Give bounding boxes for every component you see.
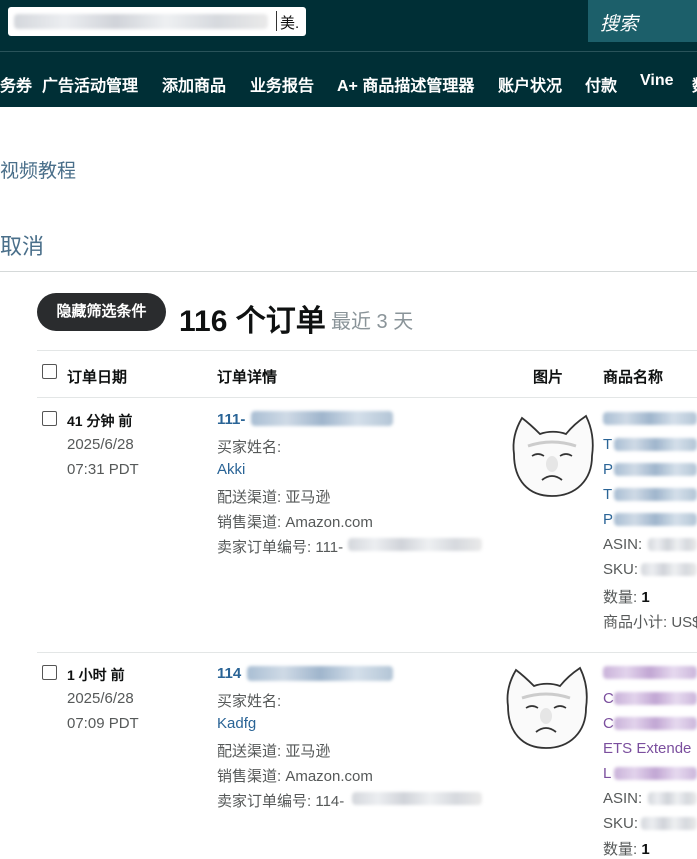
column-header-product-name: 商品名称 (603, 369, 664, 386)
quantity-value: 1 (641, 841, 650, 858)
order-age: 41 分钟 前 (67, 413, 133, 429)
sku-label: SKU: (603, 815, 639, 832)
sales-channel: 销售渠道: Amazon.com (217, 768, 373, 785)
row-checkbox[interactable] (42, 411, 57, 426)
product-image[interactable] (500, 662, 592, 752)
redacted-order-id (251, 411, 393, 426)
nav-item-account-health[interactable]: 账户状况 (498, 72, 562, 96)
redacted-sku (641, 563, 697, 576)
nav-item-business-reports[interactable]: 业务报告 (250, 72, 314, 96)
search-button[interactable]: 搜索 (588, 0, 697, 42)
top-bar: 美. 搜索 (0, 0, 697, 51)
asin-label: ASIN: (603, 790, 643, 807)
product-title-line[interactable]: P (603, 461, 613, 478)
quantity: 数量: 1 (603, 586, 650, 607)
row-checkbox[interactable] (42, 665, 57, 680)
order-age: 1 小时 前 (67, 667, 125, 683)
redacted-product-title (614, 488, 697, 501)
redacted-store-name (14, 14, 268, 29)
product-title-line[interactable]: C (603, 690, 614, 707)
nav-item-payments[interactable]: 付款 (585, 72, 617, 96)
redacted-asin (648, 792, 697, 805)
redacted-seller-order-number (352, 792, 482, 805)
nav-item-coupon-service[interactable]: 服务券 (0, 72, 32, 96)
column-header-image: 图片 (533, 369, 564, 386)
product-title-line[interactable]: T (603, 486, 612, 503)
search-label: 搜索 (600, 14, 639, 35)
shipping-channel: 配送渠道: 亚马逊 (217, 743, 331, 760)
redacted-product-title (614, 438, 697, 451)
buyer-name-link[interactable]: Akki (217, 461, 245, 478)
redacted-order-id (247, 666, 393, 681)
text-caret (276, 11, 277, 31)
product-title-line[interactable]: ETS Extende (603, 740, 691, 757)
order-date: 2025/6/28 (67, 690, 134, 707)
redacted-sku (641, 817, 697, 830)
sales-channel: 销售渠道: Amazon.com (217, 514, 373, 531)
seller-order-number: 卖家订单编号: 114- (217, 793, 345, 810)
asin-label: ASIN: (603, 536, 643, 553)
store-selector[interactable]: 美. (8, 7, 306, 36)
store-suffix: 美. (280, 15, 300, 32)
quantity: 数量: 1 (603, 838, 650, 859)
redacted-seller-order-number (348, 538, 482, 551)
order-id-link[interactable]: 111- (217, 411, 245, 428)
divider (37, 397, 697, 398)
quantity-value: 1 (641, 589, 650, 606)
order-id-link[interactable]: 114 (217, 665, 241, 682)
main-nav: 服务券 广告活动管理 添加商品 业务报告 A+ 商品描述管理器 账户状况 付款 … (0, 51, 697, 107)
redacted-product-title (614, 692, 697, 705)
redacted-product-title (603, 666, 697, 679)
divider (37, 652, 697, 653)
nav-item-vine[interactable]: Vine (640, 72, 674, 90)
sku-label: SKU: (603, 561, 639, 578)
product-title-line[interactable]: C (603, 715, 614, 732)
shipping-channel: 配送渠道: 亚马逊 (217, 489, 331, 506)
redacted-asin (648, 538, 697, 551)
buyer-label: 买家姓名: (217, 693, 282, 710)
item-subtotal: 商品小计: US$ (603, 614, 697, 631)
redacted-product-title (603, 412, 697, 425)
date-range: 最近 3 天 (331, 311, 414, 333)
column-header-order-details: 订单详情 (217, 369, 278, 386)
quantity-label: 数量: (603, 589, 638, 606)
divider (37, 350, 697, 351)
order-date: 2025/6/28 (67, 436, 134, 453)
product-image[interactable] (506, 410, 598, 500)
nav-item-a-plus-manager[interactable]: A+ 商品描述管理器 (337, 72, 474, 96)
redacted-product-title (614, 463, 697, 476)
product-title-line[interactable]: P (603, 511, 613, 528)
buyer-name-link[interactable]: Kadfg (217, 715, 256, 732)
video-tutorial-link[interactable]: 视频教程 (0, 156, 76, 183)
order-time: 07:09 PDT (67, 715, 139, 732)
product-title-line[interactable]: L (603, 765, 611, 782)
product-title-line[interactable]: T (603, 436, 612, 453)
quantity-label: 数量: (603, 841, 638, 858)
redacted-product-title (614, 767, 697, 780)
nav-item-add-product[interactable]: 添加商品 (162, 72, 226, 96)
redacted-product-title (614, 717, 697, 730)
select-all-checkbox[interactable] (42, 364, 57, 379)
hide-filters-button[interactable]: 隐藏筛选条件 (37, 293, 166, 331)
cancel-link[interactable]: 取消 (0, 229, 44, 261)
nav-item-data[interactable]: 数 (692, 72, 697, 96)
column-header-order-date[interactable]: 订单日期 (67, 366, 127, 387)
redacted-product-title (614, 513, 697, 526)
order-time: 07:31 PDT (67, 461, 139, 478)
buyer-label: 买家姓名: (217, 439, 282, 456)
nav-item-campaign-manager[interactable]: 广告活动管理 (42, 72, 138, 96)
divider (0, 271, 697, 272)
order-count: 116 个订单 (179, 305, 326, 338)
seller-order-number: 卖家订单编号: 111- (217, 539, 344, 556)
